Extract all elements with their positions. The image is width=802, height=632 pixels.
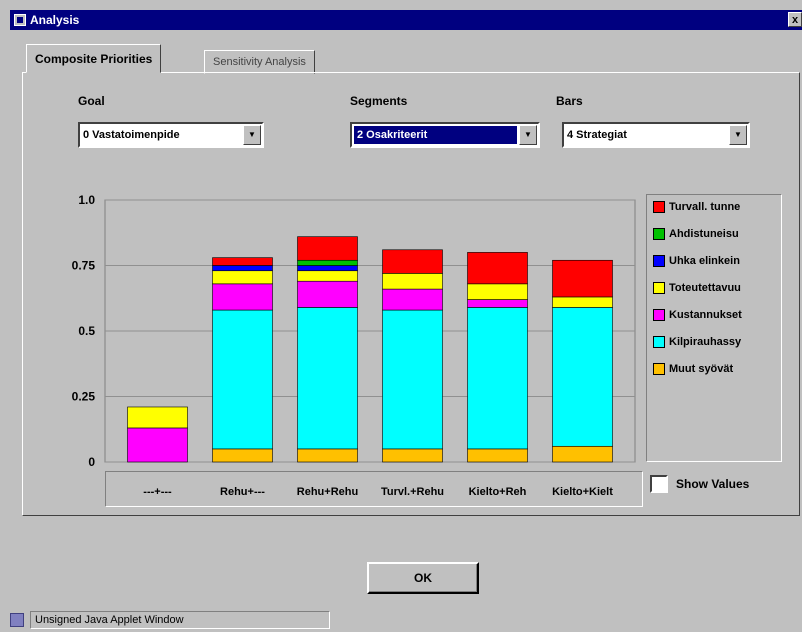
- chevron-down-icon[interactable]: ▼: [729, 125, 747, 145]
- legend-swatch: [653, 309, 665, 321]
- show-values-checkbox[interactable]: Show Values: [650, 475, 749, 493]
- segments-select-value: 2 Osakriteerit: [354, 126, 517, 144]
- goal-select-value: 0 Vastatoimenpide: [83, 129, 180, 141]
- bar-segment: [382, 448, 443, 463]
- bar-segment: [552, 296, 613, 308]
- legend-label: Uhka elinkein: [669, 255, 740, 267]
- legend-swatch: [653, 282, 665, 294]
- bar-segment: [297, 259, 358, 266]
- analysis-panel: Composite Priorities Sensitivity Analysi…: [10, 30, 802, 630]
- legend-item: Turvall. tunne: [653, 201, 740, 213]
- segments-label: Segments: [350, 94, 408, 108]
- ok-button[interactable]: OK: [367, 562, 479, 594]
- y-tick-label: 0.5: [78, 324, 95, 338]
- bar-segment: [127, 427, 188, 463]
- bar-segment: [212, 257, 273, 266]
- legend-item: Muut syövät: [653, 363, 733, 375]
- chevron-down-icon[interactable]: ▼: [519, 125, 537, 145]
- bar-segment: [467, 448, 528, 463]
- window-titlebar: Analysis x: [10, 10, 802, 30]
- bar-segment: [467, 307, 528, 450]
- y-tick-label: 0.75: [72, 259, 96, 273]
- show-values-label: Show Values: [676, 477, 750, 491]
- chart-legend: Turvall. tunne Ahdistuneisu Uhka elinkein T…: [646, 194, 782, 462]
- close-button[interactable]: x: [788, 12, 802, 27]
- bar-segment: [382, 309, 443, 450]
- legend-item: Ahdistuneisu: [653, 228, 739, 240]
- bar-segment: [212, 265, 273, 272]
- legend-swatch: [653, 336, 665, 348]
- bar-segment: [297, 280, 358, 308]
- legend-label: Toteutettavuu: [669, 282, 741, 294]
- status-bar: Unsigned Java Applet Window: [10, 610, 802, 630]
- legend-swatch: [653, 228, 665, 240]
- x-axis-label-box: [105, 471, 643, 507]
- bars-select[interactable]: 4 Strategiat ▼: [562, 122, 750, 148]
- bar-segment: [382, 288, 443, 311]
- bar-segment: [297, 270, 358, 282]
- goal-label: Goal: [78, 94, 105, 108]
- bar-segment: [467, 283, 528, 300]
- legend-item: Toteutettavuu: [653, 282, 741, 294]
- bar-segment: [212, 448, 273, 463]
- bar-segment: [212, 309, 273, 450]
- bar-segment: [552, 307, 613, 447]
- status-text: Unsigned Java Applet Window: [30, 611, 330, 629]
- legend-swatch: [653, 201, 665, 213]
- tab-composite-priorities[interactable]: Composite Priorities: [26, 44, 162, 73]
- bar-segment: [552, 445, 613, 463]
- legend-label: Kustannukset: [669, 309, 742, 321]
- bars-select-value: 4 Strategiat: [567, 129, 627, 141]
- bar-segment: [297, 265, 358, 272]
- y-tick-label: 0.25: [72, 390, 96, 404]
- bar-segment: [382, 273, 443, 290]
- window-title: Analysis: [30, 13, 80, 27]
- legend-item: Uhka elinkein: [653, 255, 740, 267]
- legend-swatch: [653, 255, 665, 267]
- y-tick-label: 1.0: [78, 193, 95, 207]
- chevron-down-icon[interactable]: ▼: [243, 125, 261, 145]
- checkbox-box[interactable]: [650, 475, 668, 493]
- tab-sensitivity-analysis[interactable]: Sensitivity Analysis: [204, 50, 315, 74]
- bar-segment: [467, 299, 528, 308]
- bar-segment: [127, 406, 188, 429]
- legend-item: Kustannukset: [653, 309, 742, 321]
- bars-label: Bars: [556, 94, 583, 108]
- bar-segment: [297, 236, 358, 261]
- bar-segment: [297, 307, 358, 450]
- legend-label: Kilpirauhassy: [669, 336, 742, 348]
- segments-select[interactable]: 2 Osakriteerit ▼: [350, 122, 540, 148]
- bar-segment: [212, 270, 273, 285]
- goal-select[interactable]: 0 Vastatoimenpide ▼: [78, 122, 264, 148]
- legend-label: Ahdistuneisu: [669, 228, 739, 240]
- legend-item: Kilpirauhassy: [653, 336, 741, 348]
- bar-segment: [467, 252, 528, 285]
- bar-segment: [212, 283, 273, 311]
- applet-warning-icon: [10, 613, 24, 627]
- legend-label: Turvall. tunne: [669, 201, 741, 213]
- legend-swatch: [653, 363, 665, 375]
- legend-label: Muut syövät: [669, 363, 734, 375]
- java-app-icon: [14, 14, 26, 26]
- y-tick-label: 0: [88, 455, 95, 469]
- bar-segment: [382, 249, 443, 274]
- bar-segment: [297, 448, 358, 463]
- bar-segment: [552, 259, 613, 298]
